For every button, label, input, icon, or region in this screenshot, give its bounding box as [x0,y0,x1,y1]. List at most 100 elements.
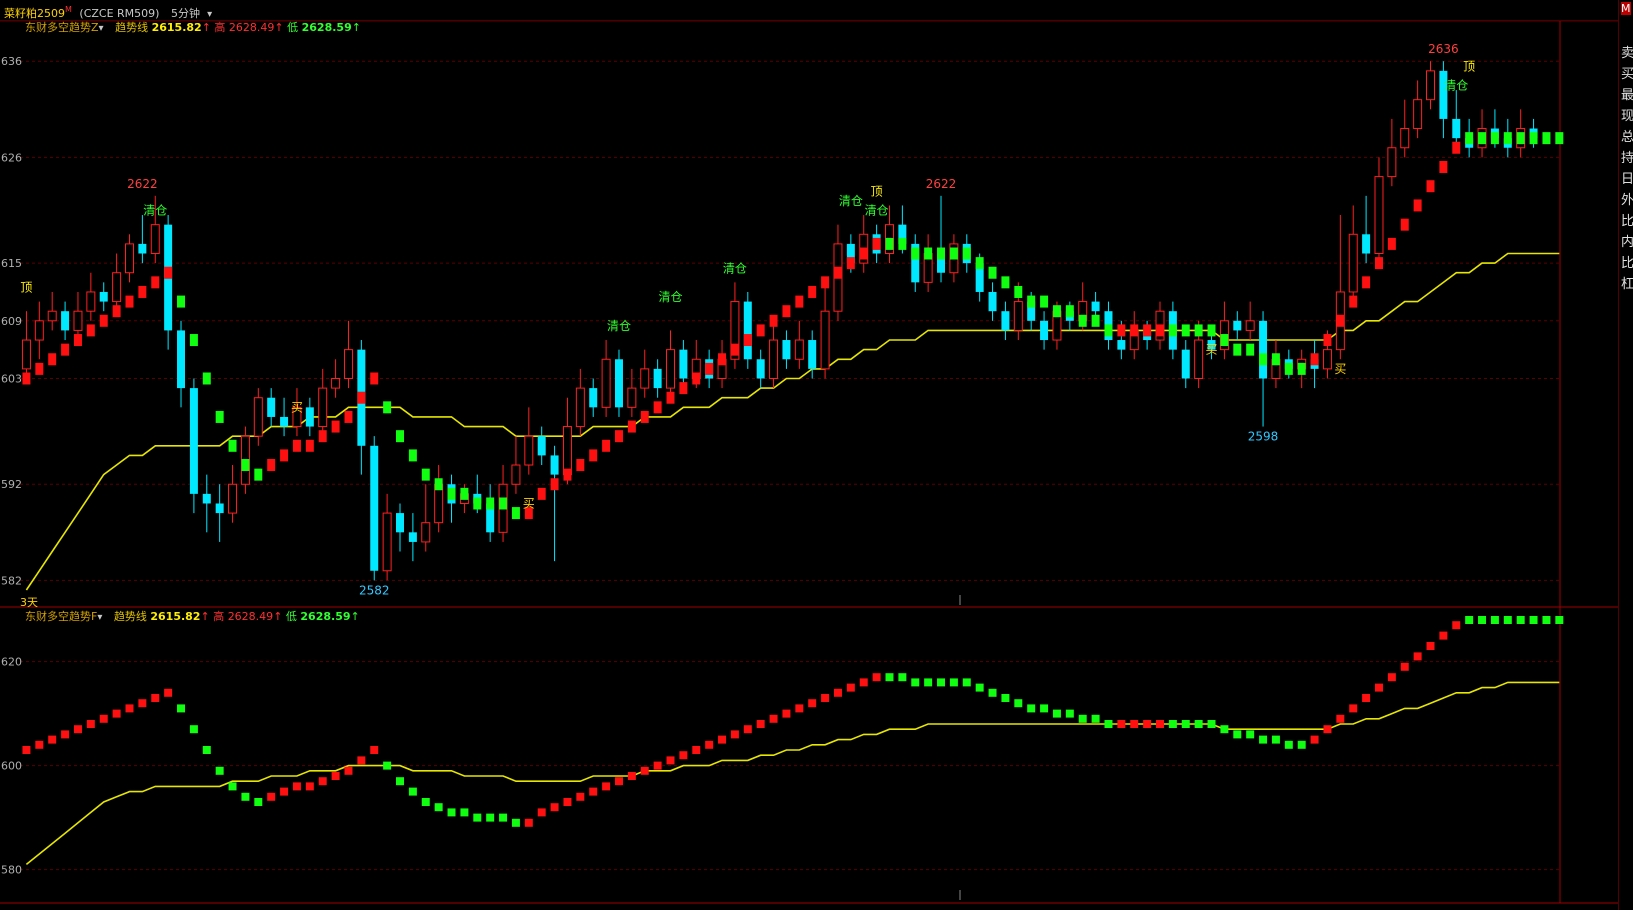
trend-block [705,362,714,375]
candle-body [756,359,765,379]
trend-block [344,410,353,423]
kline-chart[interactable]: 2636 2626 2615 2609 2603 2592 2582 2620 2600 2580… [0,0,1618,910]
indicator-block [1336,714,1345,723]
indicator-block [1040,704,1049,713]
chevron-down-icon[interactable]: ▾ [99,23,104,34]
trend-value: 2615.82 [150,610,201,623]
trend-block [511,507,520,520]
indicator-block [1156,720,1164,728]
indicator-block [550,803,559,812]
chart-annotation: 清仓 [143,204,167,218]
indicator-block [189,725,198,734]
y-tick-label: 2636 [0,55,22,68]
trend-block [743,334,752,347]
indicator-block [705,740,714,749]
candle-body [589,388,598,408]
indicator-name[interactable]: 东财多空趋势F [25,610,97,623]
trend-block [99,314,108,327]
high-label: 高 [213,610,225,623]
indicator-block [434,803,443,812]
candle-body [382,512,392,572]
candle-body [61,311,70,331]
trend-block [370,372,379,385]
trend-block [1439,160,1448,173]
trend-block [1349,295,1358,308]
indicator-block [576,792,585,801]
trend-block [1233,343,1242,356]
trend-block [151,276,160,289]
chart-annotation: 2622 [926,177,957,191]
trend-block [833,266,842,279]
indicator-block [473,813,482,822]
indicator-block [370,746,379,754]
candle-body [124,243,134,274]
candle-body [537,436,546,456]
candle-body [769,339,779,379]
trend-block [318,430,327,443]
trend-block [280,449,289,462]
trend-block [1516,132,1525,145]
indicator-block [885,673,894,682]
candle-body [1194,339,1204,379]
quote-label: 最 [1621,88,1633,103]
indicator-block [589,787,598,796]
chart-annotation: 清仓 [607,319,631,333]
indicator-block [215,766,224,775]
trend-block [254,468,263,481]
indicator-block [563,798,572,806]
indicator-block [1091,714,1100,723]
indicator-block [1490,616,1499,624]
candle-body [1374,176,1384,255]
trend-block [563,468,572,481]
indicator-block [357,756,366,765]
indicator-block [962,678,971,687]
indicator-block [937,678,946,687]
candle-body [150,224,160,255]
chevron-down-icon[interactable]: ▾ [97,612,102,623]
indicator-block [511,818,520,827]
trend-block [1130,324,1139,337]
trend-block [1246,343,1255,356]
indicator-block [1516,616,1525,624]
candle-body [1001,311,1010,331]
trend-block [1027,295,1036,308]
indicator-block [1542,616,1551,624]
trend-block [1336,314,1345,327]
indicator-block [782,709,791,718]
candle-body [34,320,44,341]
indicator-block [718,735,727,744]
trend-block [1001,276,1010,289]
indicator-block [254,798,263,806]
y-tick-label: 2580 [0,864,22,877]
candle-body [627,387,637,408]
indicator-block [1529,616,1538,624]
indicator-block [846,683,855,692]
candle-body [177,330,186,389]
trend-block [112,305,121,318]
candle-body [215,503,224,514]
indicator-block [627,772,636,780]
indicator-block [1104,720,1113,728]
indicator-block [756,720,765,728]
indicator-block [821,694,830,702]
indicator-name[interactable]: 东财多空趋势Z [25,21,99,34]
trend-block [1362,276,1371,289]
indicator-block [177,704,186,713]
trend-block [460,487,469,500]
candle-body [370,445,379,571]
indicator-block [99,714,108,723]
trend-block [1478,132,1487,145]
candle-body [21,339,31,370]
chart-annotation: 买 [1206,343,1218,357]
trend-block [1117,324,1126,337]
chart-annotation: 顶 [871,184,883,198]
indicator-block [1168,720,1177,728]
candle-body [1259,320,1268,379]
indicator-block [911,678,920,687]
indicator-block [48,735,57,744]
trend-block [1374,257,1383,270]
trend-block [138,285,147,298]
trend-block [614,430,623,443]
chart-annotation: 买 [523,496,535,510]
trend-label: 趋势线 [113,610,147,623]
